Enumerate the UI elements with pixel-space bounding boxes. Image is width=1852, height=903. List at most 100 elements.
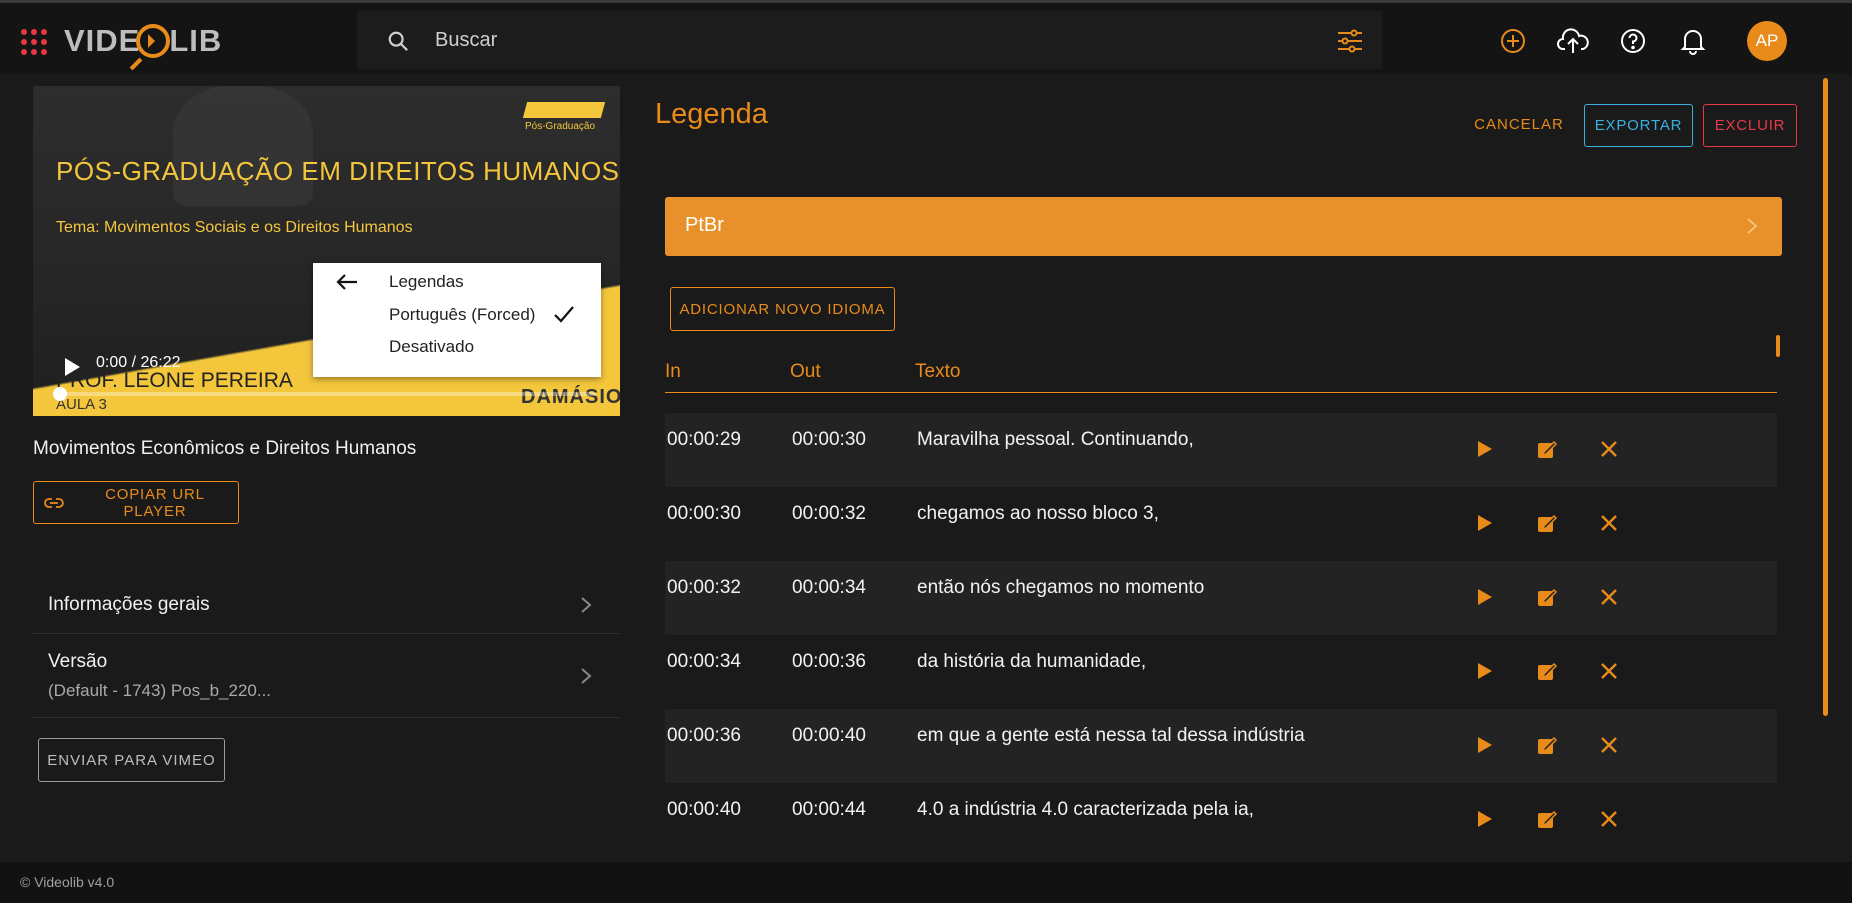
- slide-professor: PROF. LEONE PEREIRA: [56, 369, 293, 392]
- filter-sliders-icon[interactable]: [1337, 29, 1363, 53]
- export-button[interactable]: EXPORTAR: [1584, 104, 1693, 147]
- cloud-upload-icon[interactable]: [1557, 25, 1589, 57]
- page-title: Legenda: [655, 98, 768, 130]
- subtitle-out-time: 00:00:32: [792, 503, 866, 524]
- top-bar: VIDELIB AP: [0, 0, 1852, 74]
- copy-url-player-button[interactable]: COPIAR URL PLAYER: [33, 481, 239, 524]
- edit-icon[interactable]: [1535, 733, 1559, 757]
- subtitle-text: chegamos ao nosso bloco 3,: [917, 503, 1159, 524]
- captions-menu: Legendas Português (Forced) Desativado: [313, 263, 601, 377]
- video-progress-bar[interactable]: [53, 387, 596, 401]
- add-language-button[interactable]: ADICIONAR NOVO IDIOMA: [670, 287, 895, 331]
- column-in: In: [665, 361, 681, 382]
- version-value: (Default - 1743) Pos_b_220...: [48, 681, 272, 700]
- slide-badge-bar: [522, 102, 606, 118]
- subtitle-in-time: 00:00:29: [667, 429, 741, 450]
- slide-theme: Tema: Movimentos Sociais e os Direitos H…: [56, 219, 413, 236]
- subtitle-in-time: 00:00:40: [667, 799, 741, 820]
- captions-option-portuguese-forced[interactable]: Português (Forced): [313, 298, 601, 330]
- captions-menu-title: Legendas: [389, 272, 464, 291]
- captions-option-label: Português (Forced): [389, 305, 536, 324]
- subtitle-table-header: In Out Texto: [665, 355, 1777, 393]
- subtitle-in-time: 00:00:36: [667, 725, 741, 746]
- delete-icon[interactable]: [1597, 733, 1621, 757]
- language-panel-ptbr[interactable]: PtBr: [665, 197, 1782, 256]
- edit-icon[interactable]: [1535, 437, 1559, 461]
- column-text: Texto: [915, 361, 961, 382]
- general-info-label: Informações gerais: [48, 594, 210, 615]
- captions-option-disabled[interactable]: Desativado: [313, 330, 601, 362]
- slide-brand: DAMÁSIO: [521, 386, 620, 408]
- bell-icon[interactable]: [1677, 25, 1709, 57]
- delete-icon[interactable]: [1597, 511, 1621, 535]
- chevron-right-icon: [1747, 218, 1758, 234]
- edit-icon[interactable]: [1535, 585, 1559, 609]
- cancel-button[interactable]: CANCELAR: [1463, 104, 1575, 144]
- version-label: Versão: [48, 651, 108, 672]
- search-icon[interactable]: [387, 30, 409, 52]
- search-bar: [357, 11, 1382, 69]
- subtitle-out-time: 00:00:30: [792, 429, 866, 450]
- search-input[interactable]: [435, 23, 1235, 57]
- subtitle-text: Maravilha pessoal. Continuando,: [917, 429, 1194, 450]
- edit-icon[interactable]: [1535, 511, 1559, 535]
- check-icon: [554, 306, 574, 323]
- play-icon[interactable]: [1472, 437, 1496, 461]
- play-icon[interactable]: [1472, 733, 1496, 757]
- table-scrollbar[interactable]: [1776, 335, 1780, 357]
- delete-button[interactable]: EXCLUIR: [1703, 104, 1797, 147]
- top-actions: AP: [1497, 21, 1787, 61]
- edit-icon[interactable]: [1535, 659, 1559, 683]
- version-item[interactable]: Versão (Default - 1743) Pos_b_220...: [33, 634, 620, 718]
- app-logo[interactable]: VIDE LIB: [64, 19, 222, 63]
- footer: © Videolib v4.0: [0, 862, 1852, 903]
- language-label: PtBr: [685, 214, 724, 236]
- logo-mark-icon: [136, 24, 171, 58]
- play-icon[interactable]: [1472, 807, 1496, 831]
- subtitle-row[interactable]: 00:00:29 00:00:30 Maravilha pessoal. Conti…: [665, 413, 1777, 487]
- captions-option-label: Desativado: [389, 337, 475, 356]
- play-icon[interactable]: [1472, 659, 1496, 683]
- video-title: Movimentos Econômicos e Direitos Humanos: [33, 438, 417, 459]
- apps-grid-icon[interactable]: [21, 29, 47, 55]
- general-info-item[interactable]: Informações gerais: [33, 576, 620, 634]
- slide-title: PÓS-GRADUAÇÃO EM DIREITOS HUMANOS: [56, 156, 620, 186]
- video-person-silhouette: [173, 86, 313, 206]
- copy-url-player-label: COPIAR URL PLAYER: [105, 485, 205, 520]
- subtitle-row[interactable]: 00:00:30 00:00:32 chegamos ao nosso bloco …: [665, 487, 1777, 561]
- captions-back-item[interactable]: Legendas: [313, 265, 601, 297]
- video-play-icon[interactable]: [62, 356, 82, 376]
- subtitle-row[interactable]: 00:00:36 00:00:40 em que a gente está ness…: [665, 709, 1777, 783]
- delete-icon[interactable]: [1597, 659, 1621, 683]
- subtitle-text: em que a gente está nessa tal dessa indú…: [917, 725, 1305, 746]
- help-icon[interactable]: [1617, 25, 1649, 57]
- footer-version: © Videolib v4.0: [20, 874, 115, 890]
- delete-icon[interactable]: [1597, 585, 1621, 609]
- page-scrollbar[interactable]: [1823, 78, 1828, 716]
- subtitle-in-time: 00:00:34: [667, 651, 741, 672]
- subtitle-out-time: 00:00:34: [792, 577, 866, 598]
- user-avatar[interactable]: AP: [1747, 21, 1787, 61]
- subtitle-text: 4.0 a indústria 4.0 caracterizada pela i…: [917, 799, 1254, 820]
- subtitle-row[interactable]: 00:00:32 00:00:34 então nós chegamos no mo…: [665, 561, 1777, 635]
- subtitle-in-time: 00:00:32: [667, 577, 741, 598]
- chevron-right-icon: [581, 597, 592, 613]
- send-to-vimeo-button[interactable]: ENVIAR PARA VIMEO: [38, 738, 225, 782]
- subtitle-out-time: 00:00:36: [792, 651, 866, 672]
- video-player[interactable]: Pós-Graduação PÓS-GRADUAÇÃO EM DIREITOS …: [33, 86, 620, 416]
- add-circle-icon[interactable]: [1497, 25, 1529, 57]
- subtitle-text: então nós chegamos no momento: [917, 577, 1205, 598]
- arrow-back-icon[interactable]: [336, 274, 358, 290]
- subtitle-table-body: 00:00:29 00:00:30 Maravilha pessoal. Conti…: [665, 413, 1777, 855]
- delete-icon[interactable]: [1597, 437, 1621, 461]
- edit-icon[interactable]: [1535, 807, 1559, 831]
- subtitle-row[interactable]: 00:00:40 00:00:44 4.0 a indústria 4.0 cara…: [665, 783, 1777, 855]
- play-icon[interactable]: [1472, 585, 1496, 609]
- column-out: Out: [790, 361, 821, 382]
- play-icon[interactable]: [1472, 511, 1496, 535]
- delete-icon[interactable]: [1597, 807, 1621, 831]
- subtitle-row[interactable]: 00:00:34 00:00:36 da história da humanidad…: [665, 635, 1777, 709]
- chevron-right-icon: [581, 668, 592, 684]
- subtitle-out-time: 00:00:40: [792, 725, 866, 746]
- video-scrubber-handle[interactable]: [53, 387, 67, 401]
